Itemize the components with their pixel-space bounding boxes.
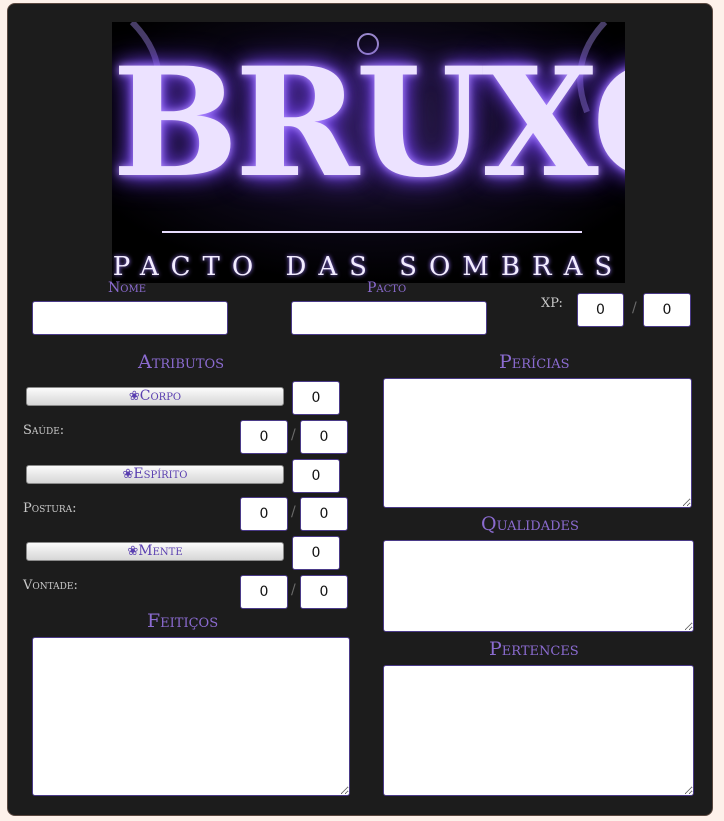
saude-max-input[interactable] [300,420,348,454]
espirito-roll-button[interactable]: ❀Espírito [26,465,284,484]
postura-current-input[interactable] [240,497,288,531]
saude-separator: / [291,427,296,443]
corpo-label: Corpo [139,388,182,404]
atributos-heading: Atributos [138,351,225,373]
d20-icon: ❀ [127,544,139,559]
xp-separator: / [632,300,637,316]
banner-title: BRUXO [112,35,625,211]
saude-label: Saúde: [23,423,65,438]
pacto-input[interactable] [291,301,487,335]
postura-max-input[interactable] [300,497,348,531]
character-sheet: BRUXO PACTO DAS SOMBRAS Nome Pacto XP: /… [7,3,713,816]
espirito-label: Espírito [133,466,188,482]
vontade-separator: / [291,582,296,598]
pacto-label: Pacto [367,280,407,296]
nome-input[interactable] [32,301,228,335]
mente-value-input[interactable] [292,536,340,570]
banner-subtitle: PACTO DAS SOMBRAS [112,252,625,282]
postura-separator: / [291,504,296,520]
qualidades-textarea[interactable] [383,540,694,632]
corpo-roll-button[interactable]: ❀Corpo [26,387,284,406]
pericias-textarea[interactable] [383,378,692,508]
vontade-label: Vontade: [23,578,78,593]
mente-roll-button[interactable]: ❀Mente [26,542,284,561]
saude-current-input[interactable] [240,420,288,454]
nome-label: Nome [108,280,146,296]
espirito-value-input[interactable] [292,459,340,493]
vontade-max-input[interactable] [300,575,348,609]
mente-label: Mente [138,543,183,559]
banner-logo: BRUXO PACTO DAS SOMBRAS [112,22,625,283]
xp-current-input[interactable] [577,293,624,327]
pertences-heading: Pertences [489,638,579,660]
feiticos-textarea[interactable] [32,637,350,796]
pertences-textarea[interactable] [383,665,694,796]
d20-icon: ❀ [122,467,134,482]
xp-max-input[interactable] [643,293,691,327]
vontade-current-input[interactable] [240,575,288,609]
xp-label: XP: [541,296,563,311]
qualidades-heading: Qualidades [481,513,579,535]
corpo-value-input[interactable] [292,381,340,415]
postura-label: Postura: [23,501,77,516]
pericias-heading: Perícias [499,351,570,373]
d20-icon: ❀ [128,389,140,404]
feiticos-heading: Feitiços [147,610,219,632]
